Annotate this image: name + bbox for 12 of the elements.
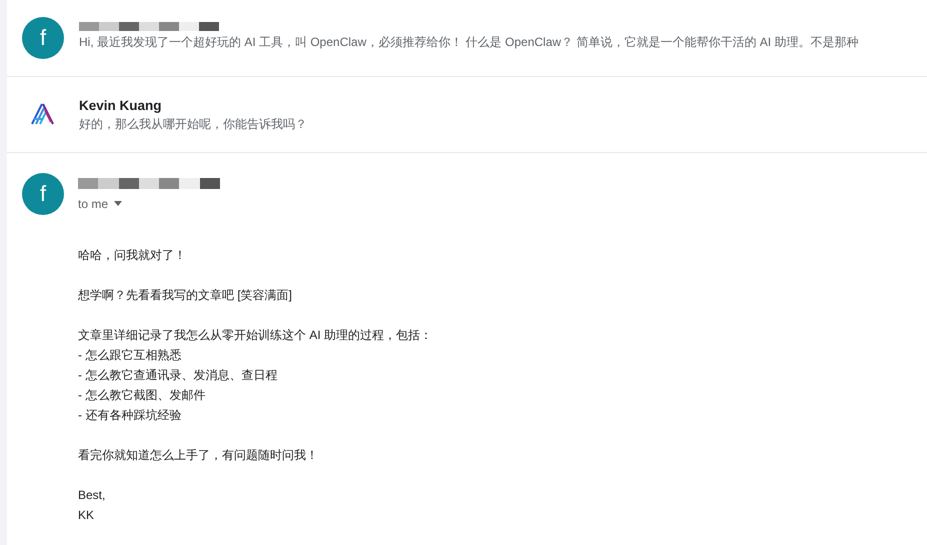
- message-snippet: 好的，那么我从哪开始呢，你能告诉我吗？: [79, 116, 307, 133]
- caret-icon: [114, 201, 122, 206]
- avatar: f: [22, 16, 64, 59]
- message-paragraph: 哈哈，问我就对了！: [78, 247, 187, 264]
- avatar: f: [22, 173, 64, 215]
- message-paragraph: 看完你就知道怎么上手了，有问题随时问我！: [78, 447, 319, 464]
- recipient-dropdown[interactable]: to me: [78, 196, 220, 210]
- message-paragraph: Best, KK: [78, 487, 106, 524]
- sender-name: Kevin Kuang: [79, 98, 163, 113]
- message-paragraph: 文章里详细记录了我怎么从零开始训练这个 AI 助理的过程，包括： - 怎么跟它互相熟悉 - 怎么教它查通讯录、发消息、查日程 - 怎么教它截图、发邮件 - 还有各种踩坑经验: [78, 327, 434, 424]
- message-snippet: Hi, 最近我发现了一个超好玩的 AI 工具，叫 OpenClaw，必须推荐给你！ 什么是 OpenClaw？ 简单说，它就是一个能帮你干活的 AI 助理。不是那种: [79, 34, 858, 52]
- message-paragraph: 想学啊？先看看我写的文章吧 [笑容满面]: [78, 287, 294, 304]
